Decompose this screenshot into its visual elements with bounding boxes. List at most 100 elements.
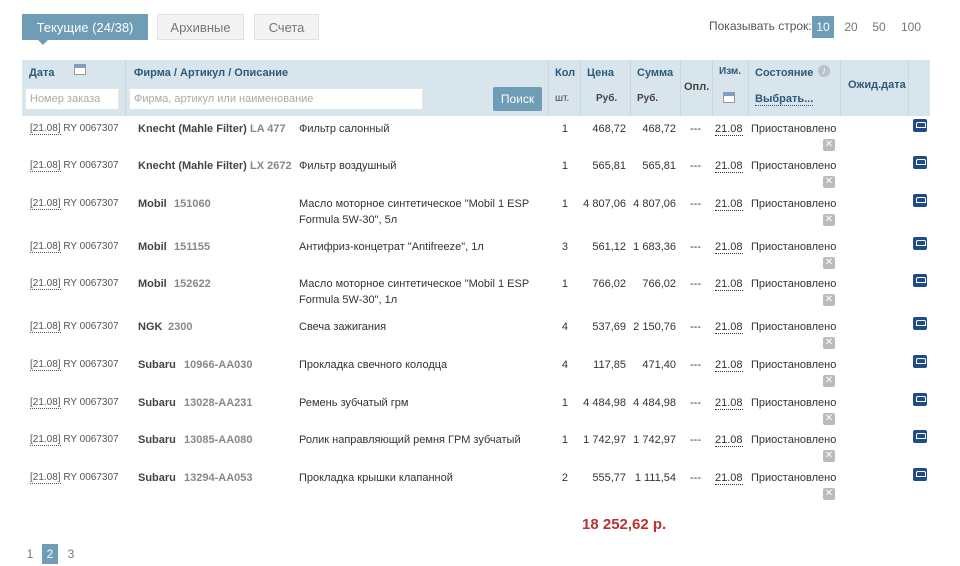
qty: 1	[561, 397, 568, 409]
header-price-unit: Руб.	[596, 93, 618, 104]
order-date-link[interactable]: [21.08]	[30, 434, 61, 446]
cancel-icon[interactable]: ✕	[823, 176, 835, 188]
cancel-icon[interactable]: ✕	[823, 337, 835, 349]
order-date-link[interactable]: [21.08]	[30, 397, 61, 409]
delivery-car-icon[interactable]	[913, 194, 927, 207]
header-sum[interactable]: Сумма	[637, 67, 673, 79]
article[interactable]: 13085-AA080	[184, 434, 253, 446]
price: 1 742,97	[583, 434, 626, 446]
status: Приостановлено	[751, 472, 837, 484]
delivery-car-icon[interactable]	[913, 156, 927, 169]
qty: 1	[561, 434, 568, 446]
cancel-icon[interactable]: ✕	[823, 413, 835, 425]
order-number: RY 0067307	[63, 198, 119, 209]
rows-option-100[interactable]: 100	[897, 16, 925, 38]
qty: 1	[561, 278, 568, 290]
delivery-car-icon[interactable]	[913, 355, 927, 368]
order-date-link[interactable]: [21.08]	[30, 198, 61, 210]
article[interactable]: 10966-AA030	[184, 359, 253, 371]
paid: ---	[690, 278, 701, 290]
brand: Subaru	[138, 359, 176, 371]
orders-page: Текущие (24/38) Архивные Счета Показыват…	[0, 0, 960, 566]
article[interactable]: LX 2672	[250, 160, 292, 172]
changed-date[interactable]: 21.08	[715, 160, 743, 173]
cancel-icon[interactable]: ✕	[823, 375, 835, 387]
order-date-link[interactable]: [21.08]	[30, 472, 61, 484]
price: 565,81	[592, 160, 626, 172]
article[interactable]: 151060	[174, 198, 211, 210]
cancel-icon[interactable]: ✕	[823, 257, 835, 269]
delivery-car-icon[interactable]	[913, 274, 927, 287]
cancel-icon[interactable]: ✕	[823, 488, 835, 500]
tab-archive[interactable]: Архивные	[157, 14, 244, 40]
description: Антифриз-концетрат "Antifreeze", 1л	[299, 241, 484, 253]
order-date-order: [21.08] RY 0067307	[30, 472, 119, 484]
header-firm[interactable]: Фирма / Артикул / Описание	[134, 67, 288, 79]
delivery-car-icon[interactable]	[913, 430, 927, 443]
brand: Knecht (Mahle Filter)	[138, 123, 247, 135]
header-wait-date[interactable]: Ожид.дата	[848, 79, 906, 91]
header-changed[interactable]: Изм.	[719, 66, 741, 77]
article[interactable]: 152622	[174, 278, 211, 290]
order-number: RY 0067307	[63, 359, 119, 370]
calendar-icon[interactable]	[723, 92, 735, 103]
search-button[interactable]: Поиск	[493, 87, 542, 111]
changed-date[interactable]: 21.08	[715, 434, 743, 447]
changed-date[interactable]: 21.08	[715, 198, 743, 211]
header-price[interactable]: Цена	[587, 67, 614, 79]
article[interactable]: 13294-AA053	[184, 472, 253, 484]
changed-date[interactable]: 21.08	[715, 359, 743, 372]
sum: 1 111,54	[634, 472, 676, 484]
description: Фильтр салонный	[299, 123, 390, 135]
order-date-link[interactable]: [21.08]	[30, 278, 61, 290]
changed-date[interactable]: 21.08	[715, 241, 743, 254]
qty: 3	[561, 241, 568, 253]
delivery-car-icon[interactable]	[913, 237, 927, 250]
price: 117,85	[593, 359, 626, 371]
article[interactable]: 151155	[174, 241, 210, 253]
rows-option-20[interactable]: 20	[840, 16, 862, 38]
page-2[interactable]: 2	[42, 544, 58, 564]
article[interactable]: 2300	[168, 321, 192, 333]
rows-option-50[interactable]: 50	[868, 16, 890, 38]
changed-date[interactable]: 21.08	[715, 321, 743, 334]
price: 4 807,06	[583, 198, 626, 210]
page-1[interactable]: 1	[22, 544, 38, 564]
sum: 4 484,98	[633, 397, 676, 409]
header-date[interactable]: Дата	[29, 67, 54, 79]
order-date-link[interactable]: [21.08]	[30, 359, 61, 371]
page-3[interactable]: 3	[63, 544, 79, 564]
article[interactable]: LA 477	[250, 123, 286, 135]
description: Масло моторное синтетическое "Mobil 1 ES…	[299, 198, 529, 226]
calendar-icon[interactable]	[74, 64, 86, 75]
rows-option-10[interactable]: 10	[812, 16, 834, 38]
changed-date[interactable]: 21.08	[715, 278, 743, 291]
cancel-icon[interactable]: ✕	[823, 294, 835, 306]
order-date-link[interactable]: [21.08]	[30, 241, 61, 253]
brand: Subaru	[138, 397, 176, 409]
qty: 1	[561, 123, 568, 135]
order-date-link[interactable]: [21.08]	[30, 160, 61, 172]
order-date-link[interactable]: [21.08]	[30, 123, 61, 135]
search-input[interactable]: Фирма, артикул или наименование	[129, 88, 423, 110]
delivery-car-icon[interactable]	[913, 317, 927, 330]
info-icon[interactable]: i	[818, 65, 830, 77]
cancel-icon[interactable]: ✕	[823, 214, 835, 226]
cancel-icon[interactable]: ✕	[823, 139, 835, 151]
order-number-input[interactable]: Номер заказа	[25, 88, 119, 110]
delivery-car-icon[interactable]	[913, 393, 927, 406]
article[interactable]: 13028-AA231	[184, 397, 253, 409]
order-date-order: [21.08] RY 0067307	[30, 198, 119, 210]
order-date-link[interactable]: [21.08]	[30, 321, 61, 333]
changed-date[interactable]: 21.08	[715, 123, 743, 136]
changed-date[interactable]: 21.08	[715, 472, 743, 485]
tab-current[interactable]: Текущие (24/38)	[22, 14, 148, 45]
changed-date[interactable]: 21.08	[715, 397, 743, 410]
status: Приостановлено	[751, 321, 837, 333]
state-filter-select[interactable]: Выбрать...	[755, 93, 814, 106]
delivery-car-icon[interactable]	[913, 468, 927, 481]
cancel-icon[interactable]: ✕	[823, 450, 835, 462]
tab-invoices[interactable]: Счета	[254, 14, 319, 40]
brand: Subaru	[138, 472, 176, 484]
delivery-car-icon[interactable]	[913, 119, 927, 132]
